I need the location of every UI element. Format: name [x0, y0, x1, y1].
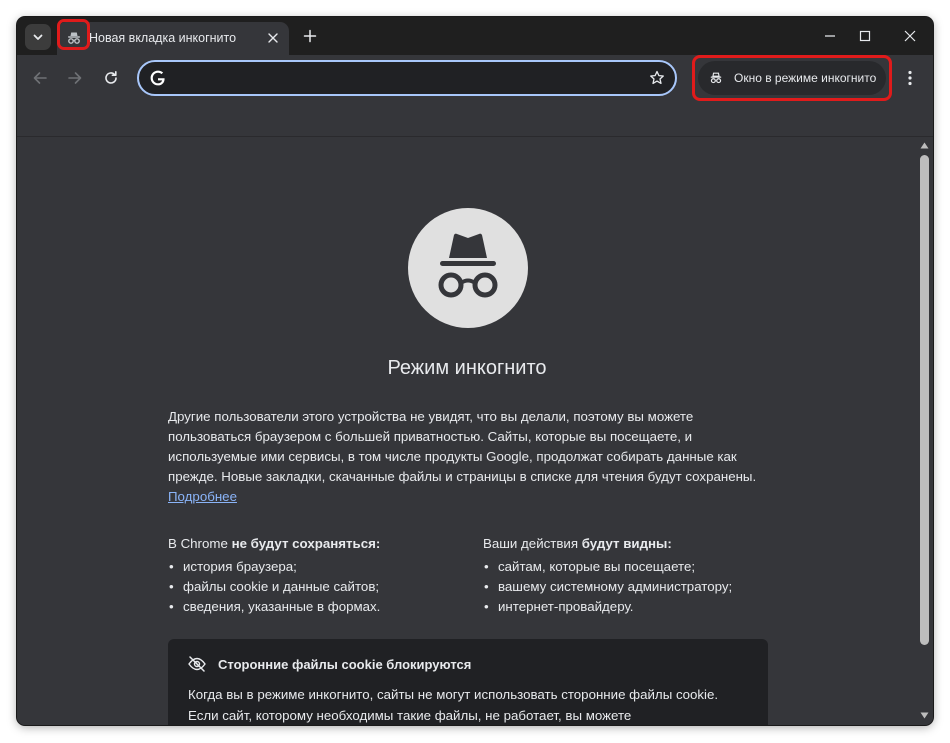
page-content: Режим инкогнито Другие пользователи этог… [17, 137, 933, 725]
intro-text: Другие пользователи этого устройства не … [168, 409, 757, 484]
triangle-down-icon [920, 712, 929, 718]
cookie-card-text: Когда вы в режиме инкогнито, сайты не мо… [188, 687, 719, 723]
scroll-up-arrow[interactable] [920, 141, 929, 149]
list-item: сведения, указанные в формах. [168, 597, 468, 617]
maximize-button[interactable] [852, 23, 878, 49]
maximize-icon [859, 30, 871, 42]
tab-icon-highlight [57, 19, 90, 50]
reload-icon [105, 71, 117, 84]
tab-search-button[interactable] [25, 24, 51, 50]
address-input[interactable] [171, 68, 641, 88]
not-saved-heading-bold: не будут сохраняться: [231, 536, 381, 551]
more-vert-icon [908, 70, 912, 86]
address-bar[interactable] [137, 60, 677, 96]
cookie-card-title: Сторонние файлы cookie блокируются [218, 656, 472, 672]
google-g-icon [150, 70, 165, 86]
chevron-down-icon [33, 34, 43, 40]
incognito-window-chip[interactable]: Окно в режиме инкогнито [698, 61, 886, 95]
close-icon [904, 30, 916, 42]
list-item: сайтам, которые вы посещаете; [483, 557, 783, 577]
vertical-scrollbar[interactable] [916, 137, 933, 725]
bookmark-button[interactable] [647, 68, 667, 88]
list-item: история браузера; [168, 557, 468, 577]
star-icon [650, 70, 664, 85]
not-saved-heading: В Chrome не будут сохраняться: [168, 534, 468, 554]
close-window-button[interactable] [897, 23, 923, 49]
arrow-right-icon [68, 72, 82, 84]
incognito-chip-label: Окно в режиме инкогнито [734, 71, 877, 85]
tab-close-button[interactable] [263, 28, 283, 48]
list-item: вашему системному администратору; [483, 577, 783, 597]
intro-paragraph: Другие пользователи этого устройства не … [168, 407, 773, 507]
triangle-up-icon [920, 142, 929, 148]
not-saved-list: В Chrome не будут сохраняться: история б… [168, 534, 468, 617]
visible-to-heading-prefix: Ваши действия [483, 536, 582, 551]
visible-to-heading-bold: будут видны: [581, 536, 672, 551]
browser-window: Новая вкладка инкогнито Окно в режиме ин… [17, 17, 933, 725]
minimize-button[interactable] [817, 23, 843, 49]
reload-button[interactable] [100, 67, 122, 89]
cookie-card-header: Сторонние файлы cookie блокируются [188, 656, 471, 672]
incognito-hero-icon [408, 208, 528, 328]
third-party-cookies-card: Сторонние файлы cookie блокируются Когда… [168, 639, 768, 725]
list-item: файлы cookie и данные сайтов; [168, 577, 468, 597]
eye-off-icon [188, 656, 206, 672]
toolbar: Окно в режиме инкогнито [17, 55, 933, 137]
page-title: Режим инкогнито [387, 357, 547, 379]
visible-to-heading: Ваши действия будут видны: [483, 534, 783, 554]
menu-button[interactable] [900, 66, 920, 90]
tab-strip: Новая вкладка инкогнито [17, 17, 933, 55]
incognito-icon [708, 70, 724, 86]
tab-title: Новая вкладка инкогнито [89, 31, 237, 45]
learn-more-link[interactable]: Подробнее [168, 489, 237, 504]
minimize-icon [825, 35, 835, 37]
scrollbar-thumb[interactable] [920, 155, 929, 645]
plus-icon [303, 29, 317, 43]
visible-to-list: Ваши действия будут видны: сайтам, котор… [483, 534, 783, 617]
tab-incognito[interactable]: Новая вкладка инкогнито [57, 22, 289, 55]
new-tab-button[interactable] [299, 25, 321, 47]
close-icon [268, 33, 278, 43]
not-saved-heading-prefix: В Chrome [168, 536, 232, 551]
forward-button[interactable] [64, 67, 86, 89]
scroll-down-arrow[interactable] [920, 711, 929, 719]
back-button[interactable] [29, 67, 51, 89]
list-item: интернет-провайдеру. [483, 597, 783, 617]
arrow-left-icon [33, 72, 47, 84]
